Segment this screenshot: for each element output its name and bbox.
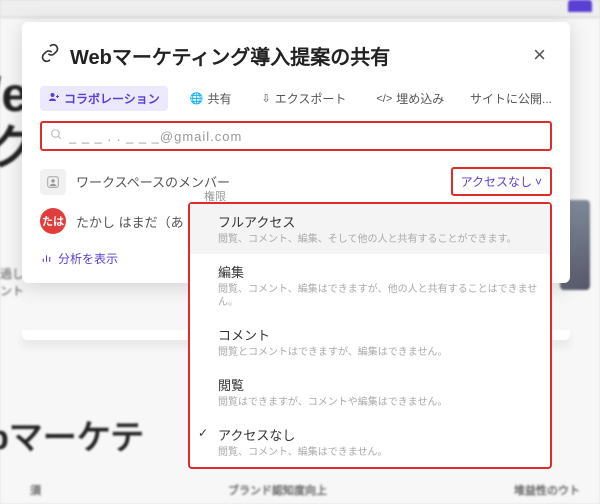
download-icon: ⇩ <box>261 92 270 105</box>
search-field-wrap <box>40 121 552 151</box>
show-analytics-link[interactable]: 分析を表示 <box>40 250 118 267</box>
permissions-menu: 権限 フルアクセス 閲覧、コメント、編集、そして他の人と共有することができます。… <box>188 202 552 469</box>
access-dropdown[interactable]: アクセスなし ˅ <box>451 167 552 196</box>
globe-icon: 🌐 <box>190 92 204 105</box>
check-icon: ✓ <box>198 426 208 440</box>
perm-full-access[interactable]: フルアクセス 閲覧、コメント、編集、そして他の人と共有することができます。 <box>190 204 550 254</box>
search-icon <box>50 128 63 144</box>
bg-footer: 須 ブランド認知度向上 堆益性のウト <box>30 482 580 498</box>
share-modal: Webマーケティング導入提案の共有 × コラボレーション 🌐 共有 ⇩ エクスポ… <box>22 22 570 283</box>
search-input[interactable] <box>69 129 542 144</box>
tab-collaboration[interactable]: コラボレーション <box>40 86 168 111</box>
tab-share[interactable]: 🌐 共有 <box>182 86 240 111</box>
close-button[interactable]: × <box>527 40 552 70</box>
publish-link[interactable]: サイトに公開... <box>470 90 552 107</box>
tab-embed[interactable]: </> 埋め込み <box>368 86 452 111</box>
workspace-members-row[interactable]: ワークスペースのメンバー アクセスなし ˅ <box>22 163 570 204</box>
perm-edit[interactable]: 編集 閲覧、コメント、編集はできますが、他の人と共有することはできません。 <box>190 254 550 317</box>
modal-title: Webマーケティング導入提案の共有 <box>70 41 527 70</box>
code-icon: </> <box>376 93 392 105</box>
perm-view[interactable]: 閲覧 閲覧はできますが、コメントや編集はできません。 <box>190 367 550 417</box>
link-icon <box>40 43 60 68</box>
user-name: たかし はまだ（あ <box>76 212 184 231</box>
perm-no-access[interactable]: ✓ アクセスなし 閲覧、コメント、編集はできません。 <box>190 417 550 467</box>
bg-sub: 過し ント <box>0 265 24 299</box>
workspace-icon <box>40 169 66 195</box>
person-plus-icon <box>48 91 60 106</box>
avatar: たは <box>40 208 66 234</box>
chevron-down-icon: ˅ <box>535 175 542 189</box>
chart-icon <box>40 251 53 267</box>
bg-heading2: bマーケテ <box>0 410 144 459</box>
tab-export[interactable]: ⇩ エクスポート <box>253 86 354 111</box>
perm-comment[interactable]: コメント 閲覧とコメントはできますが、編集はできません。 <box>190 317 550 367</box>
